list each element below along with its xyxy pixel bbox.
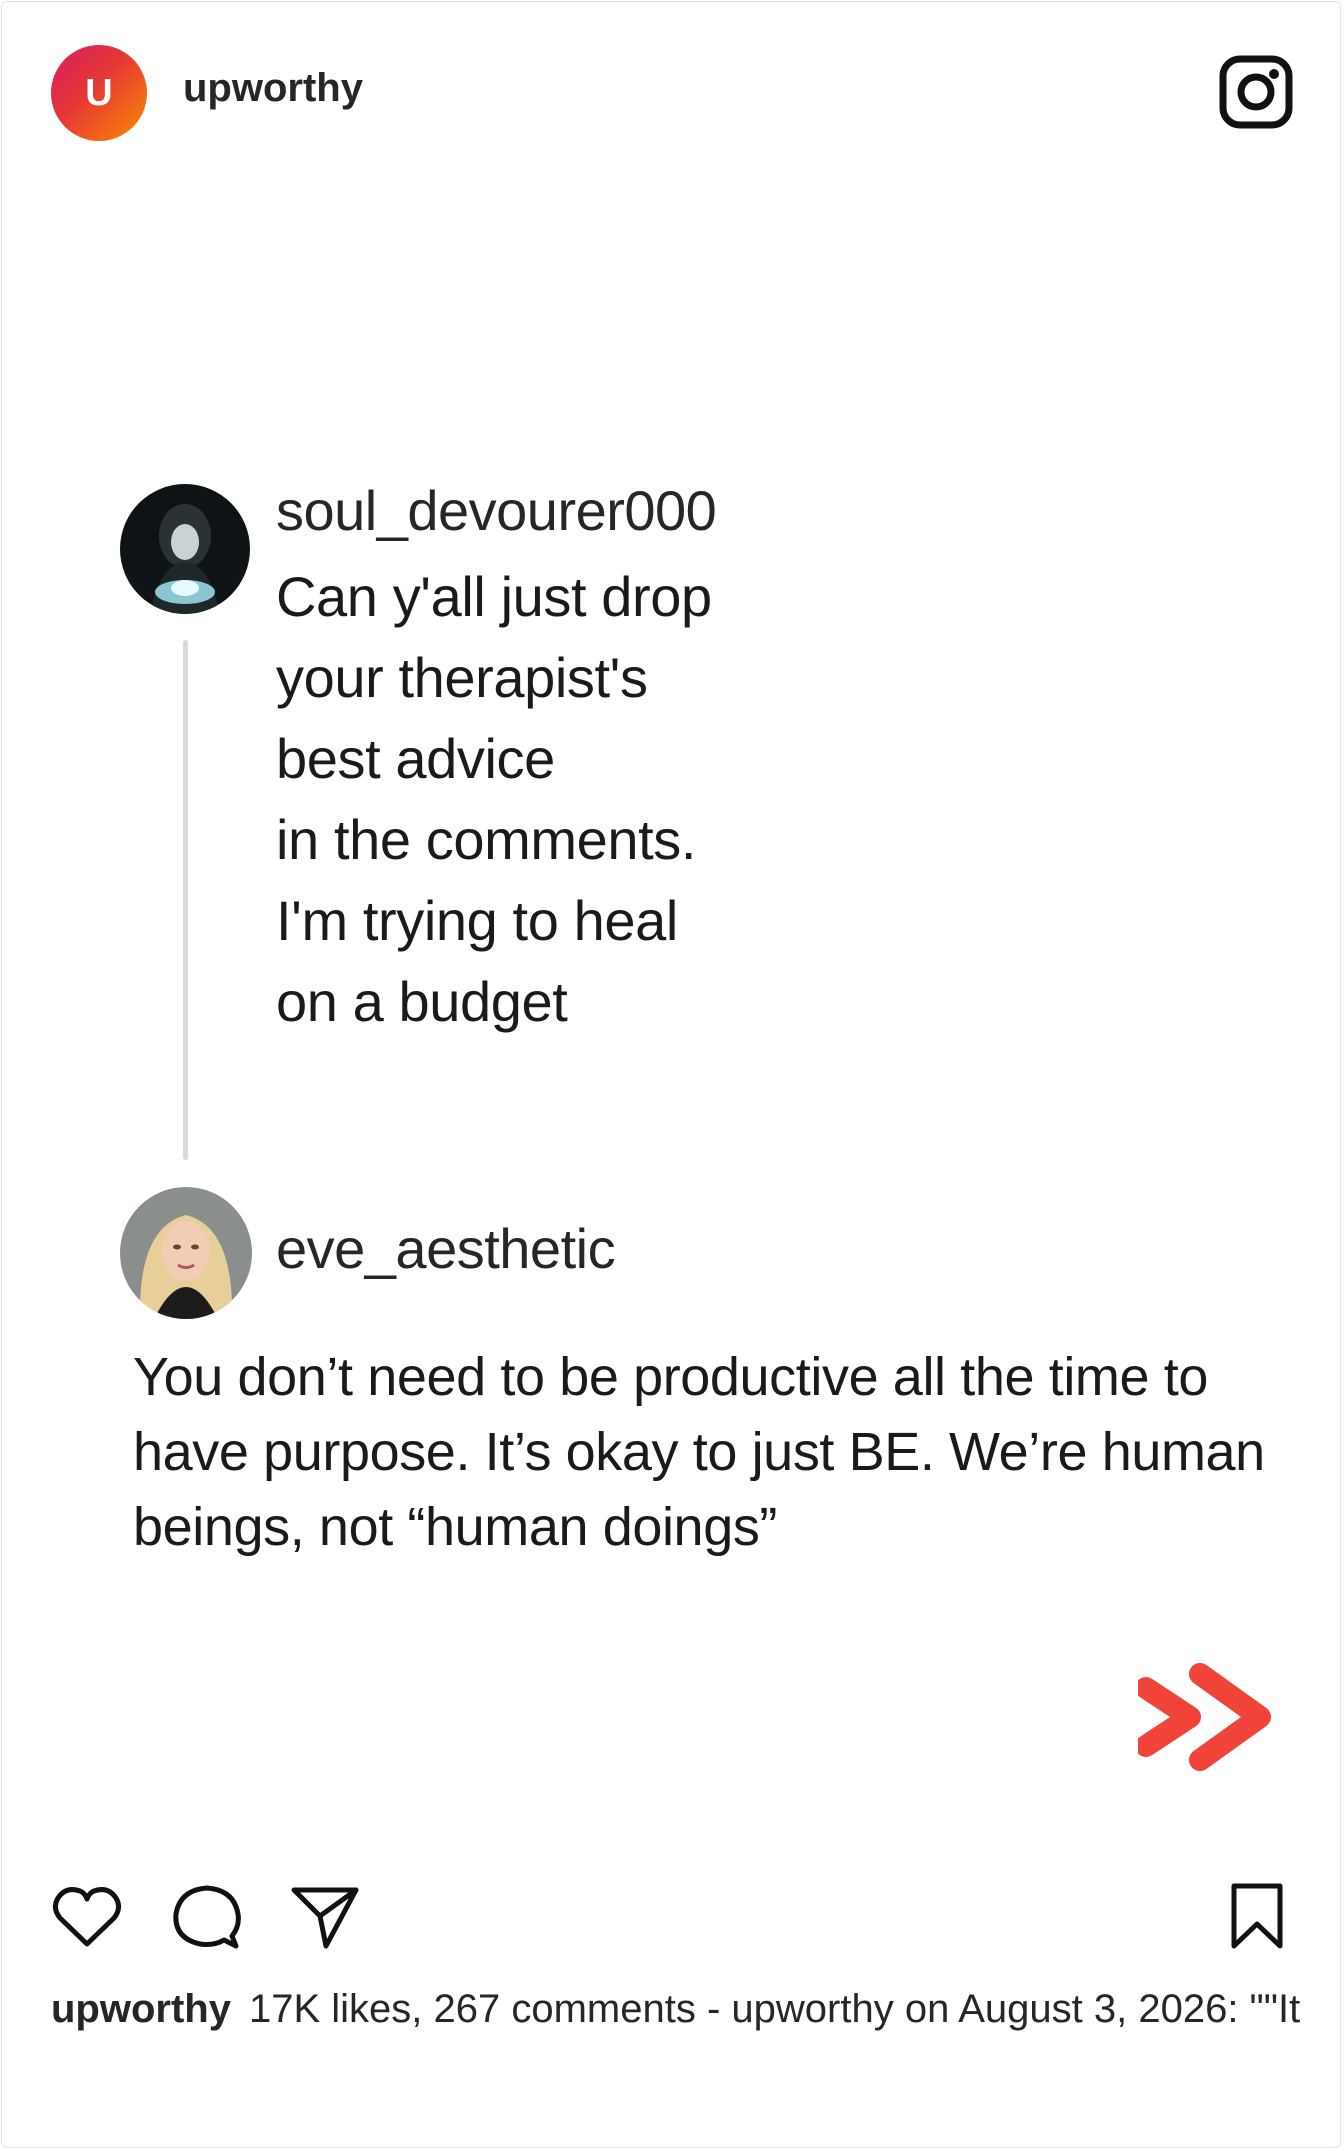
caption-handle[interactable]: upworthy (51, 1987, 231, 2031)
thread-line (183, 640, 188, 1160)
comment-line: on a budget (276, 970, 568, 1033)
comment-line: I'm trying to heal (276, 889, 678, 952)
comment-line: best advice (276, 727, 555, 790)
send-icon[interactable] (288, 1880, 362, 1954)
post-caption: upworthy 17K likes, 267 comments - upwort… (51, 1980, 1311, 2038)
original-comment-text: Can y'all just drop your therapist's bes… (276, 556, 712, 1042)
commenter-avatar (120, 484, 250, 614)
original-comment-username: soul_devourer000 (276, 479, 717, 542)
comment-line: in the comments. (276, 808, 696, 871)
bookmark-icon[interactable] (1220, 1880, 1294, 1954)
replier-avatar (120, 1187, 252, 1319)
action-bar (0, 1880, 1344, 1960)
comment-line: your therapist's (276, 646, 648, 709)
caption-text: 17K likes, 267 comments - upworthy on Au… (248, 1987, 1301, 2031)
double-chevron-right-icon[interactable] (1138, 1660, 1274, 1774)
heart-icon[interactable] (50, 1880, 124, 1954)
reply-text: You don’t need to be productive all the … (133, 1347, 1265, 1557)
comment-icon[interactable] (170, 1880, 244, 1954)
post-image[interactable]: soul_devourer000 Can y'all just drop you… (0, 0, 1344, 1840)
reply-username: eve_aesthetic (276, 1217, 616, 1280)
comment-line: Can y'all just drop (276, 565, 712, 628)
